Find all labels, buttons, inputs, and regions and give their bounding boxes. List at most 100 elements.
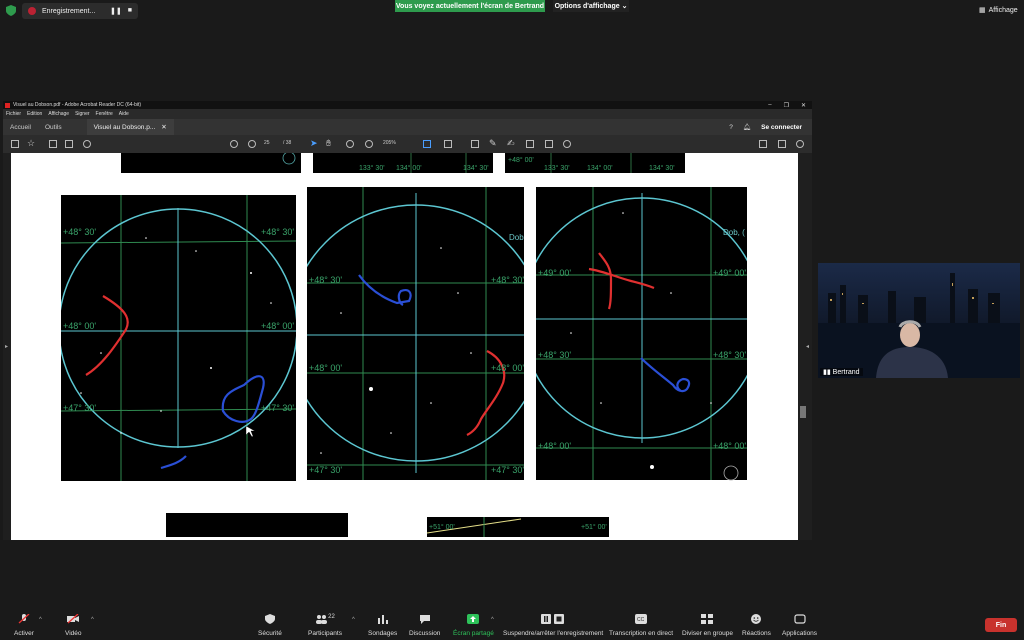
rotate-icon[interactable] (563, 140, 571, 148)
audio-button[interactable]: Activer (14, 614, 34, 637)
bottom-label-1: +51° 00' (429, 523, 455, 531)
hand-tool-icon[interactable]: ✋︎ (326, 138, 331, 149)
menu-fichier[interactable]: Fichier (6, 111, 21, 117)
middle-label-2: +48° 30' (491, 275, 524, 285)
right-dob-label: Dob, ( (723, 228, 745, 237)
record-button[interactable]: Suspendre/arrêter l'enregistrement (503, 614, 603, 637)
bottom-chart-1 (166, 513, 348, 537)
menu-edition[interactable]: Edition (27, 111, 42, 117)
participants-options-chevron-icon[interactable]: ^ (352, 617, 355, 623)
left-label-4: +48° 00' (261, 321, 294, 331)
top-label-5: 134° 00' (587, 164, 613, 172)
grid-icon (701, 614, 714, 624)
participants-label: Participants (308, 630, 342, 637)
participants-button[interactable]: 22 Participants (308, 614, 342, 637)
delete-icon[interactable] (545, 140, 553, 148)
svg-text:CC: CC (637, 617, 645, 623)
audio-options-chevron-icon[interactable]: ^ (39, 617, 42, 623)
maximize-icon[interactable]: ❐ (784, 102, 789, 109)
video-button[interactable]: Vidéo (65, 614, 82, 637)
stop-icon[interactable]: ■ (128, 7, 132, 15)
stamp-icon[interactable] (526, 140, 534, 148)
left-label-1: +48° 30' (63, 227, 96, 237)
pause-icon[interactable]: ❚❚ (110, 7, 122, 15)
close-tab-icon[interactable]: ✕ (161, 123, 166, 131)
recording-indicator[interactable]: Enregistrement... ❚❚ ■ (22, 3, 138, 19)
minimize-icon[interactable]: – (768, 102, 771, 109)
video-feed (818, 263, 1020, 378)
zoom-value[interactable]: 205% (383, 140, 396, 146)
page-down-icon[interactable] (248, 140, 256, 148)
apps-button[interactable]: Applications (782, 614, 817, 637)
chat-button[interactable]: Discussion (409, 614, 440, 637)
polls-button[interactable]: Sondages (368, 614, 397, 637)
select-tool-icon[interactable]: ➤ (310, 138, 318, 149)
pen-icon[interactable]: ✎ (489, 138, 497, 149)
right-label-4: +48° 30' (713, 350, 746, 360)
top-label-2: 134° 00' (396, 164, 422, 172)
middle-label-4: +48° 00' (491, 363, 524, 373)
view-options-button[interactable]: Options d'affichage ⌄ (553, 0, 629, 12)
print-icon[interactable] (65, 140, 73, 148)
menu-aide[interactable]: Aide (119, 111, 129, 117)
chart-left: +48° 30' +48° 30' +48° 00' +48° 00' +47°… (61, 195, 296, 481)
page-number-input[interactable]: 25 (264, 140, 280, 148)
security-button[interactable]: Sécurité (258, 614, 282, 637)
middle-label-3: +48° 00' (309, 363, 342, 373)
zoom-out-icon[interactable] (346, 140, 354, 148)
page-up-icon[interactable] (230, 140, 238, 148)
star-icon[interactable]: ☆ (27, 138, 35, 149)
menu-fenetre[interactable]: Fenêtre (96, 111, 113, 117)
end-meeting-button[interactable]: Fin (985, 618, 1017, 632)
bell-icon[interactable]: 🔔︎ (743, 123, 751, 131)
acrobat-titlebar: Visuel au Dobson.pdf - Adobe Acrobat Rea… (3, 101, 812, 109)
right-panel-toggle-icon[interactable]: ◂ (806, 343, 809, 350)
scrollbar-thumb[interactable] (800, 406, 806, 418)
recording-icon (28, 7, 36, 15)
menu-affichage[interactable]: Affichage (48, 111, 69, 117)
participants-count: 22 (328, 614, 335, 620)
scroll-mode-icon[interactable] (444, 140, 452, 148)
people-icon (316, 615, 328, 624)
left-label-3: +48° 00' (63, 321, 96, 331)
transcript-button[interactable]: CC Transcription en direct (609, 614, 673, 637)
middle-label-5: +47° 30' (309, 465, 342, 475)
upload-icon[interactable] (49, 140, 57, 148)
menu-bar: Fichier Edition Affichage Signer Fenêtre… (3, 109, 812, 119)
share-options-chevron-icon[interactable]: ^ (491, 617, 494, 623)
signin-button[interactable]: Se connecter (761, 124, 802, 131)
zoom-in-icon[interactable] (365, 140, 373, 148)
left-label-2: +48° 30' (261, 227, 294, 237)
breakout-button[interactable]: Diviser en groupe (682, 614, 733, 637)
right-label-1: +49° 00' (538, 268, 571, 278)
close-icon[interactable]: ✕ (801, 102, 806, 109)
tab-home[interactable]: Accueil (3, 124, 38, 131)
top-label-6: 134° 30' (649, 164, 675, 172)
save-icon[interactable] (11, 140, 19, 148)
top-label-1: 133° 30' (359, 164, 385, 172)
video-label: Vidéo (65, 630, 82, 637)
sign-icon[interactable]: ✍︎ (507, 138, 515, 149)
tab-tools[interactable]: Outils (38, 124, 69, 131)
reactions-button[interactable]: Réactions (742, 614, 771, 637)
vertical-scrollbar[interactable] (798, 153, 812, 540)
participant-video[interactable]: ▮▮ Bertrand (818, 263, 1020, 378)
share-screen-button[interactable]: Écran partagé (453, 614, 494, 637)
share-link-icon[interactable] (759, 140, 767, 148)
view-button-label: Affichage (988, 6, 1018, 14)
left-panel-toggle[interactable]: ▸ (3, 153, 11, 540)
chat-icon (419, 615, 430, 624)
middle-label-6: +47° 30' (491, 465, 524, 475)
account-icon[interactable] (796, 140, 804, 148)
search-icon[interactable] (83, 140, 91, 148)
tab-document[interactable]: Visuel au Dobson.p... ✕ (86, 119, 174, 135)
top-chart-1 (121, 153, 301, 173)
help-icon[interactable]: ? (729, 124, 733, 131)
comment-icon[interactable] (471, 140, 479, 148)
participant-name: ▮▮ Bertrand (820, 368, 863, 376)
mail-icon[interactable] (778, 140, 786, 148)
fit-page-icon[interactable] (423, 140, 431, 148)
video-options-chevron-icon[interactable]: ^ (91, 617, 94, 623)
menu-signer[interactable]: Signer (75, 111, 89, 117)
view-button[interactable]: ▦ Affichage (979, 6, 1018, 15)
